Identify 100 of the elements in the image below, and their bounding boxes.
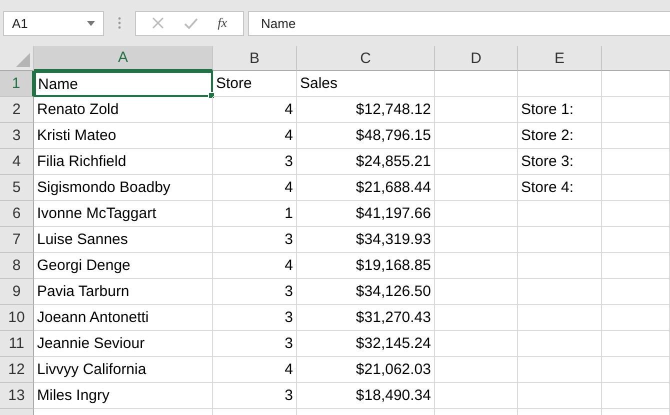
table-cell[interactable] (435, 201, 518, 227)
table-cell[interactable] (435, 357, 518, 383)
table-cell[interactable] (435, 253, 518, 279)
table-cell[interactable]: Pavia Tarburn (34, 279, 213, 305)
table-cell[interactable]: 3 (213, 331, 297, 357)
table-cell[interactable]: $12,748.12 (297, 97, 435, 123)
table-cell[interactable]: $31,270.43 (297, 305, 435, 331)
table-cell[interactable] (435, 123, 518, 149)
table-cell[interactable] (602, 383, 670, 409)
table-cell[interactable]: Sales (297, 71, 435, 97)
table-cell[interactable]: 3 (213, 227, 297, 253)
table-cell[interactable]: 4 (213, 97, 297, 123)
table-cell[interactable]: $32,145.24 (297, 331, 435, 357)
table-cell[interactable]: Name (34, 71, 213, 97)
table-cell[interactable] (435, 175, 518, 201)
table-cell[interactable] (435, 71, 518, 97)
table-cell[interactable] (435, 383, 518, 409)
column-header[interactable]: D (435, 46, 518, 71)
table-cell[interactable]: $21,062.03 (297, 357, 435, 383)
row-header[interactable]: 3 (0, 123, 34, 149)
table-cell[interactable]: Store 1: (518, 97, 602, 123)
table-cell[interactable]: 3 (213, 279, 297, 305)
table-cell[interactable]: Jeannie Seviour (34, 331, 213, 357)
column-header[interactable]: E (518, 46, 602, 71)
table-cell[interactable] (518, 305, 602, 331)
table-cell[interactable]: 4 (213, 123, 297, 149)
table-cell[interactable]: Kristi Mateo (34, 123, 213, 149)
check-icon[interactable] (184, 18, 198, 28)
table-cell[interactable]: Ivonne McTaggart (34, 201, 213, 227)
table-cell[interactable] (602, 357, 670, 383)
table-cell[interactable]: Miles Ingry (34, 383, 213, 409)
table-cell[interactable] (435, 149, 518, 175)
table-cell[interactable]: Store 4: (518, 175, 602, 201)
table-cell[interactable] (435, 279, 518, 305)
table-cell[interactable]: 3 (213, 383, 297, 409)
row-header[interactable]: 2 (0, 97, 34, 123)
table-cell[interactable]: $41,197.66 (297, 201, 435, 227)
row-header[interactable]: 9 (0, 279, 34, 305)
table-cell[interactable]: 4 (213, 175, 297, 201)
column-header[interactable]: C (297, 46, 435, 71)
table-cell[interactable] (518, 357, 602, 383)
row-header[interactable]: 11 (0, 331, 34, 357)
table-cell[interactable]: $34,126.50 (297, 279, 435, 305)
row-header[interactable]: 1 (0, 71, 34, 97)
table-cell[interactable]: $21,688.44 (297, 175, 435, 201)
caret-icon[interactable] (87, 20, 95, 26)
table-cell[interactable]: Livvyy California (34, 357, 213, 383)
table-cell[interactable] (518, 227, 602, 253)
table-cell[interactable] (602, 149, 670, 175)
table-cell[interactable]: Store (213, 71, 297, 97)
table-cell[interactable] (435, 331, 518, 357)
table-cell[interactable]: Store 3: (518, 149, 602, 175)
table-cell[interactable]: 4 (213, 357, 297, 383)
table-cell[interactable] (602, 279, 670, 305)
table-cell[interactable]: $48,796.15 (297, 123, 435, 149)
table-cell[interactable]: 4 (213, 253, 297, 279)
table-cell[interactable] (518, 383, 602, 409)
table-cell[interactable]: $19,168.85 (297, 253, 435, 279)
table-cell[interactable] (518, 201, 602, 227)
table-cell[interactable] (602, 305, 670, 331)
table-cell[interactable] (602, 253, 670, 279)
table-cell[interactable]: 3 (213, 305, 297, 331)
table-cell[interactable]: $34,319.93 (297, 227, 435, 253)
table-cell[interactable] (602, 123, 670, 149)
table-cell[interactable] (518, 253, 602, 279)
table-cell[interactable] (602, 201, 670, 227)
table-cell[interactable]: Store 2: (518, 123, 602, 149)
table-cell[interactable]: Joeann Antonetti (34, 305, 213, 331)
row-header[interactable]: 5 (0, 175, 34, 201)
table-cell[interactable] (602, 175, 670, 201)
table-cell[interactable] (435, 97, 518, 123)
formula-field[interactable]: Name (248, 10, 670, 36)
table-cell[interactable] (602, 227, 670, 253)
table-cell[interactable] (435, 227, 518, 253)
table-cell[interactable]: $18,490.34 (297, 383, 435, 409)
table-cell[interactable] (602, 71, 670, 97)
row-header[interactable]: 13 (0, 383, 34, 409)
drag-handle-icon[interactable] (118, 17, 121, 29)
table-cell[interactable]: 3 (213, 149, 297, 175)
column-header[interactable]: A (34, 46, 213, 71)
table-cell[interactable]: Georgi Denge (34, 253, 213, 279)
row-header[interactable]: 10 (0, 305, 34, 331)
table-cell[interactable]: Filia Richfield (34, 149, 213, 175)
table-cell[interactable] (518, 331, 602, 357)
row-header[interactable]: 12 (0, 357, 34, 383)
table-cell[interactable] (518, 279, 602, 305)
insert-function-button[interactable]: fx (218, 15, 228, 31)
table-cell[interactable]: 1 (213, 201, 297, 227)
row-header[interactable]: 7 (0, 227, 34, 253)
table-cell[interactable] (435, 305, 518, 331)
cancel-icon[interactable] (152, 17, 164, 29)
table-cell[interactable]: Renato Zold (34, 97, 213, 123)
table-cell[interactable] (602, 331, 670, 357)
row-header[interactable]: 6 (0, 201, 34, 227)
table-cell[interactable]: Luise Sannes (34, 227, 213, 253)
table-cell[interactable]: Sigismondo Boadby (34, 175, 213, 201)
row-header[interactable]: 4 (0, 149, 34, 175)
column-header[interactable]: B (213, 46, 297, 71)
table-cell[interactable] (518, 71, 602, 97)
table-cell[interactable]: $24,855.21 (297, 149, 435, 175)
